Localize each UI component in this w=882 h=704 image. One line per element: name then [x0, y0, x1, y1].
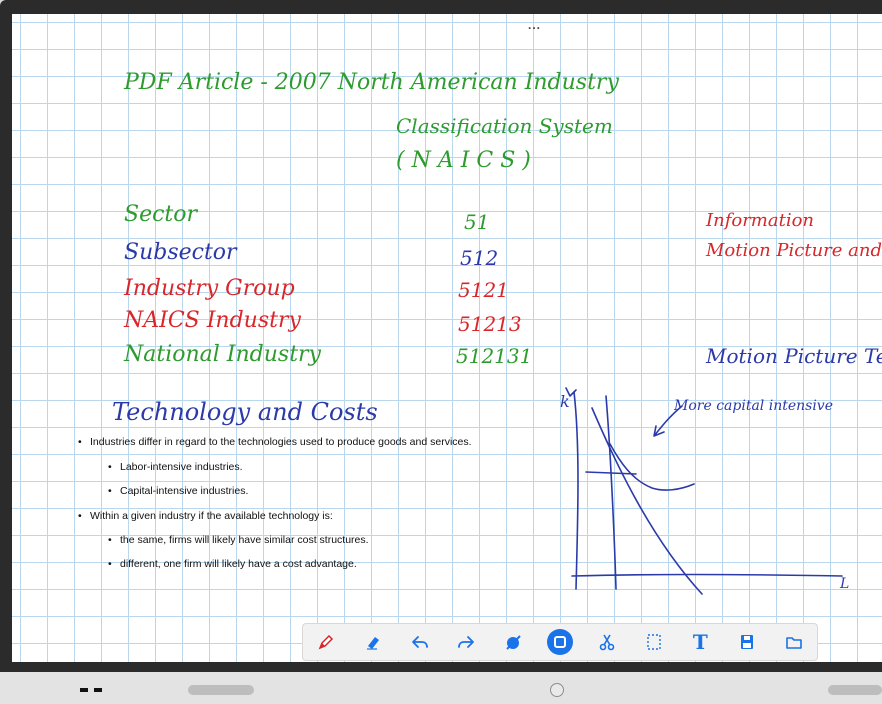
eraser-icon[interactable]	[360, 629, 386, 655]
row-label-naics-industry: NAICS Industry	[124, 308, 301, 333]
pen-icon[interactable]	[313, 629, 339, 655]
graph-annotation: More capital intensive	[674, 398, 833, 414]
clear-icon[interactable]	[500, 629, 526, 655]
cut-icon[interactable]	[594, 629, 620, 655]
front-panel-button-right	[828, 685, 882, 695]
status-indicator-left	[80, 688, 88, 692]
row-code-sector: 51	[464, 210, 490, 234]
select-icon[interactable]	[546, 629, 573, 655]
row-code-naics-industry: 51213	[458, 312, 522, 336]
row-code-national-industry: 512131	[456, 344, 533, 368]
power-button	[550, 683, 564, 697]
row-label-national-industry: National Industry	[124, 342, 321, 367]
marquee-icon[interactable]	[641, 629, 667, 655]
window-menu-dots[interactable]: ...	[528, 18, 541, 32]
display-frame-bottom	[0, 672, 882, 704]
folder-icon[interactable]	[781, 629, 807, 655]
row-code-industry-group: 5121	[458, 278, 509, 302]
row-label-subsector: Subsector	[124, 240, 237, 265]
text-tool-label: T	[692, 630, 708, 654]
text-icon[interactable]: T	[687, 629, 713, 655]
front-panel-button-left	[188, 685, 254, 695]
save-icon[interactable]	[734, 629, 760, 655]
undo-icon[interactable]	[407, 629, 433, 655]
note-motion-picture: Motion Picture and	[706, 240, 882, 261]
title-line-2: Classification System	[396, 114, 613, 138]
bullet-item: the same, firms will likely have similar…	[108, 534, 369, 546]
title-line-3: ( N A I C S )	[396, 148, 531, 173]
bullet-item: different, one firm will likely have a c…	[108, 558, 357, 570]
note-information: Information	[706, 210, 815, 231]
section-heading: Technology and Costs	[112, 398, 378, 426]
row-code-subsector: 512	[460, 246, 499, 270]
drawing-toolbar: T	[302, 623, 818, 661]
note-motion-picture-te: Motion Picture Te	[706, 344, 882, 368]
row-label-sector: Sector	[124, 202, 198, 227]
bullet-item: Capital-intensive industries.	[108, 485, 248, 497]
row-label-industry-group: Industry Group	[124, 276, 295, 301]
bullet-item: Industries differ in regard to the techn…	[78, 436, 472, 448]
cost-graph-sketch	[565, 387, 843, 595]
redo-icon[interactable]	[453, 629, 479, 655]
graph-x-label: L	[840, 576, 850, 592]
title-line-1: PDF Article - 2007 North American Indust…	[124, 70, 619, 95]
status-indicator-right	[94, 688, 102, 692]
graph-y-label: k	[560, 392, 570, 411]
graph-curves	[585, 395, 703, 595]
bullet-item: Labor-intensive industries.	[108, 461, 243, 473]
bullet-item: Within a given industry if the available…	[78, 510, 333, 522]
whiteboard-canvas[interactable]: ... PDF Article - 2007 North American In…	[12, 14, 882, 662]
